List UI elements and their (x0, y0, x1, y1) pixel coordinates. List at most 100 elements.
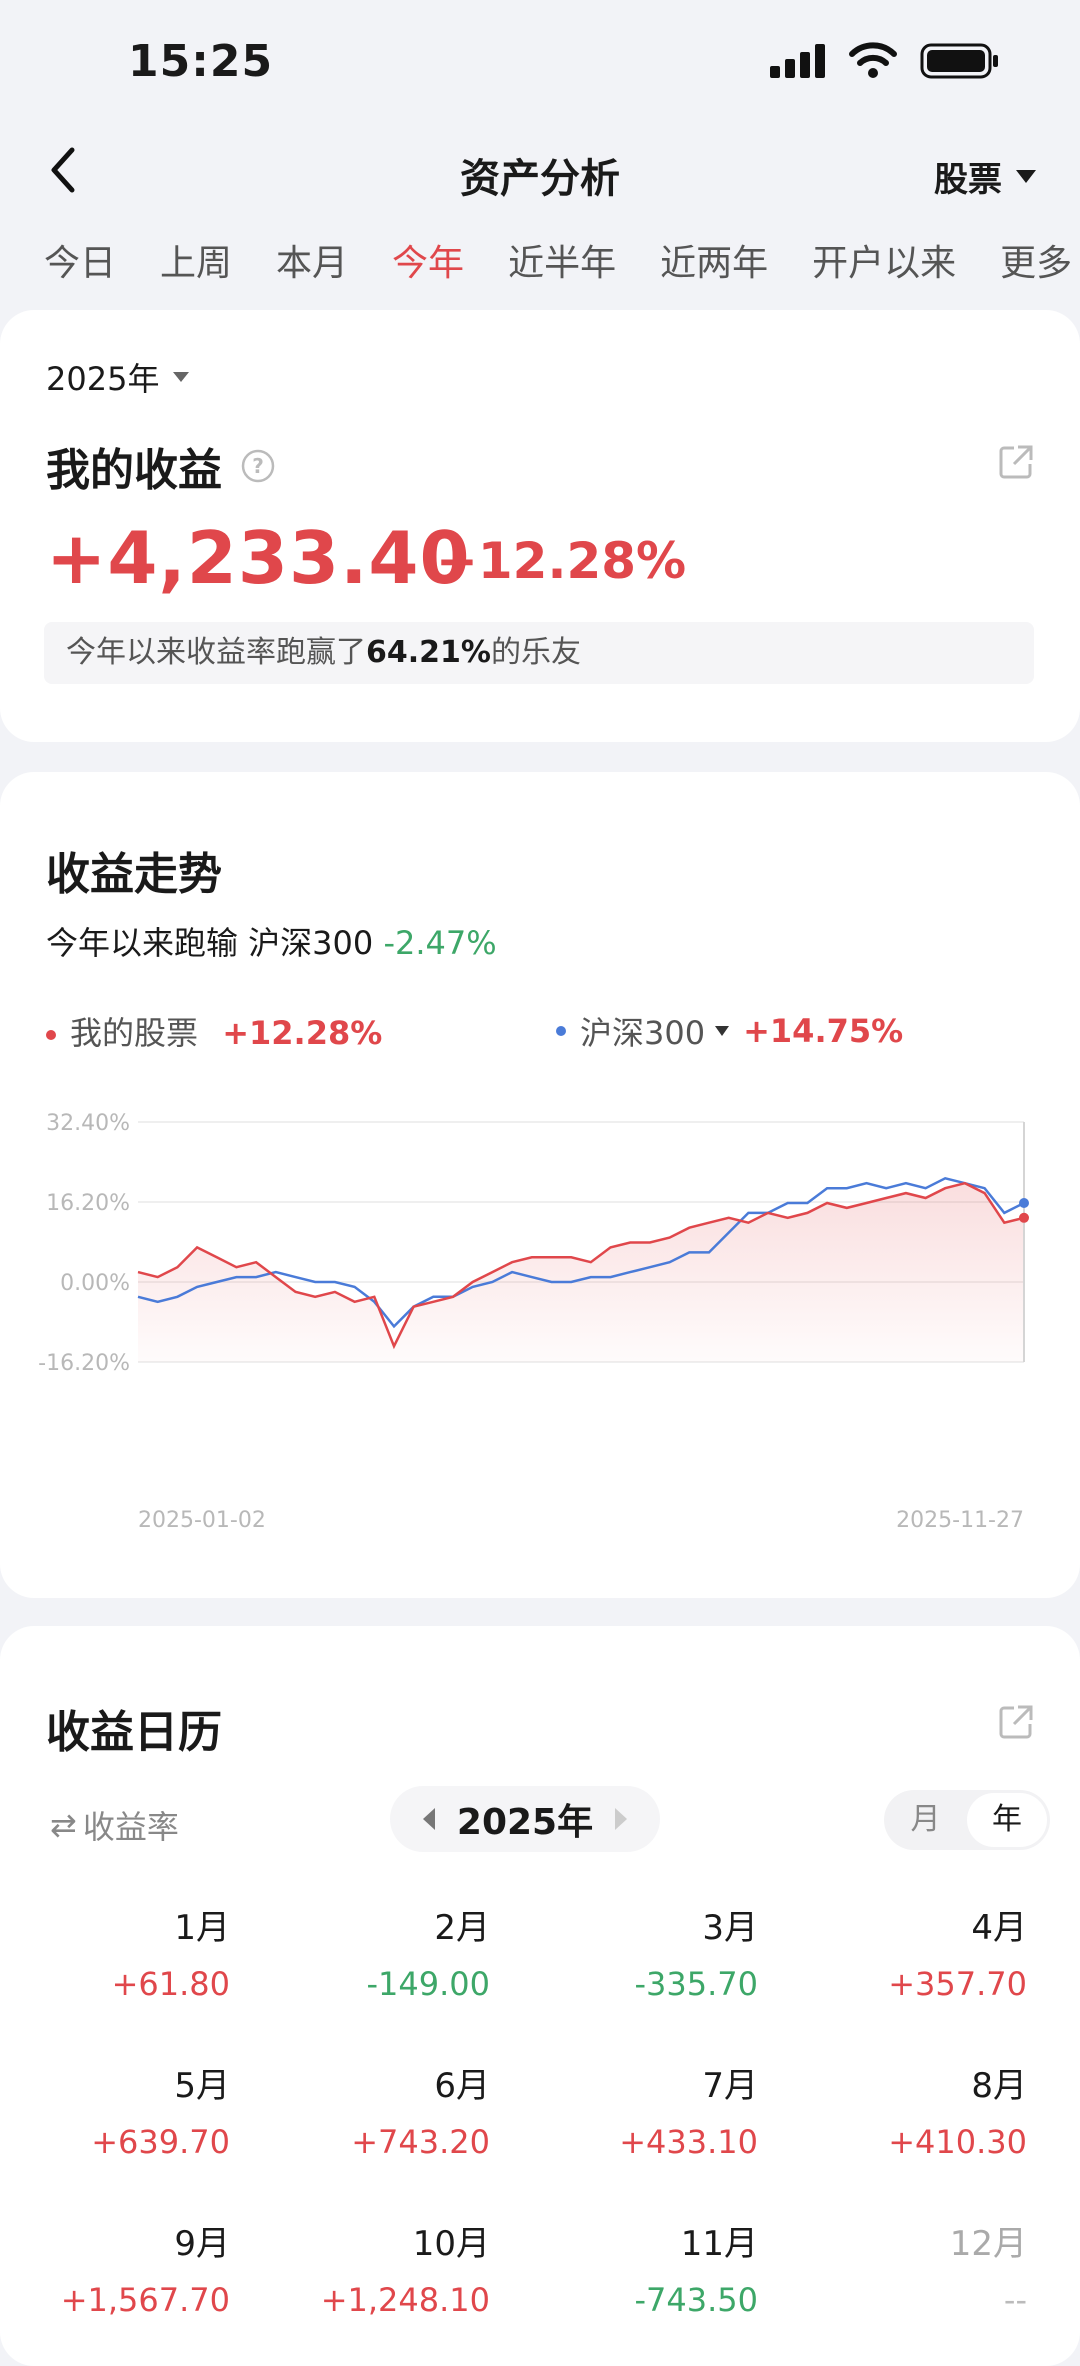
swap-icon: ⇄ (50, 1806, 77, 1844)
month-cell[interactable]: 11月 -743.50 (538, 2216, 758, 2319)
trend-compare-value: -2.47% (383, 924, 497, 962)
benchmark-end-dot (1019, 1197, 1029, 1208)
month-cell[interactable]: 9月 +1,567.70 (10, 2216, 230, 2319)
x-end-label: 2025-11-27 (896, 1508, 1024, 1533)
mode-switch[interactable]: ⇄ 收益率 (50, 1802, 179, 1848)
month-value: +357.70 (888, 1965, 1027, 2003)
summary-card: 2025年 我的收益 ? +4,233.40 +12.28% 今年以来收益率跑赢… (0, 310, 1080, 742)
my-return-title: 我的收益 (46, 445, 222, 496)
legend-benchmark-value: +14.75% (743, 1012, 904, 1050)
my-return-title-row: 我的收益 ? (46, 434, 276, 498)
trend-card: 收益走势 今年以来跑输 沪深300 -2.47% 我的股票 +12.28% 沪深… (0, 772, 1080, 1598)
asset-type-label: 股票 (934, 160, 1002, 200)
tab-last-week[interactable]: 上周 (160, 234, 232, 286)
month-name: 4月 (971, 1908, 1027, 1948)
share-icon[interactable] (996, 442, 1036, 482)
month-name: 11月 (680, 2224, 758, 2264)
month-value: +410.30 (888, 2123, 1027, 2161)
toggle-year[interactable]: 年 (967, 1793, 1047, 1847)
legend-dot (556, 1026, 566, 1036)
month-cell[interactable]: 6月 +743.20 (270, 2058, 490, 2161)
month-cell[interactable]: 3月 -335.70 (538, 1900, 758, 2003)
my-stocks-end-dot (1019, 1212, 1029, 1223)
next-year-icon[interactable] (611, 1806, 631, 1832)
beat-suffix: 的乐友 (490, 635, 581, 670)
month-cell[interactable]: 7月 +433.10 (538, 2058, 758, 2161)
month-value: -- (1003, 2281, 1027, 2319)
month-cell[interactable]: 5月 +639.70 (10, 2058, 230, 2161)
y-tick-label: -16.20% (38, 1351, 130, 1376)
month-value: -743.50 (634, 2281, 758, 2319)
month-cell[interactable]: 12月 -- (807, 2216, 1027, 2319)
month-name: 7月 (702, 2066, 758, 2106)
battery-icon (920, 43, 998, 79)
mode-label: 收益率 (82, 1808, 179, 1846)
wifi-icon (849, 42, 897, 78)
caret-down-icon (173, 372, 190, 382)
month-name: 10月 (412, 2224, 490, 2264)
prev-year-icon[interactable] (419, 1806, 439, 1832)
page-title: 资产分析 (460, 156, 620, 202)
month-cell[interactable]: 2月 -149.00 (270, 1900, 490, 2003)
status-time: 15:25 (128, 36, 274, 87)
month-value: +1,567.70 (60, 2281, 230, 2319)
month-cell[interactable]: 8月 +410.30 (807, 2058, 1027, 2161)
caret-down-icon (1016, 170, 1036, 183)
month-cell[interactable]: 10月 +1,248.10 (270, 2216, 490, 2319)
legend-benchmark[interactable]: 沪深300 +14.75% (556, 1008, 903, 1054)
status-icons (770, 42, 1000, 80)
month-name: 1月 (174, 1908, 230, 1948)
tab-half-year[interactable]: 近半年 (508, 234, 616, 286)
y-tick-label: 0.00% (60, 1271, 130, 1296)
svg-text:?: ? (252, 454, 264, 478)
month-value: +1,248.10 (320, 2281, 490, 2319)
year-selector[interactable]: 2025年 (46, 354, 190, 400)
calendar-title: 收益日历 (46, 1707, 222, 1758)
month-cell[interactable]: 4月 +357.70 (807, 1900, 1027, 2003)
legend-benchmark-name: 沪深300 (580, 1014, 706, 1052)
calendar-year: 2025年 (456, 1802, 594, 1843)
month-name: 12月 (949, 2224, 1027, 2264)
toggle-month[interactable]: 月 (884, 1790, 967, 1850)
beat-prefix: 今年以来收益率跑赢了 (66, 635, 366, 670)
year-selector-label: 2025年 (46, 360, 160, 398)
return-amount: +4,233.40 (46, 516, 471, 600)
legend-my-stocks: 我的股票 +12.28% (46, 1008, 382, 1054)
cellular-signal-icon (770, 44, 825, 78)
month-cell[interactable]: 1月 +61.80 (10, 1900, 230, 2003)
legend-my-stocks-value: +12.28% (222, 1014, 383, 1052)
beat-banner: 今年以来收益率跑赢了64.21%的乐友 (44, 622, 1034, 684)
month-value: +433.10 (619, 2123, 758, 2161)
month-value: +639.70 (91, 2123, 230, 2161)
granularity-toggle: 月 年 (884, 1790, 1050, 1850)
legend-dot (46, 1030, 56, 1040)
trend-title: 收益走势 (46, 849, 222, 900)
year-stepper: 2025年 (390, 1786, 660, 1852)
tab-two-years[interactable]: 近两年 (660, 234, 768, 286)
asset-type-dropdown[interactable]: 股票 (934, 152, 1036, 201)
tab-this-year[interactable]: 今年 (392, 234, 464, 286)
month-value: +743.20 (351, 2123, 490, 2161)
month-name: 9月 (174, 2224, 230, 2264)
share-icon[interactable] (996, 1702, 1036, 1742)
y-tick-label: 32.40% (46, 1111, 130, 1136)
period-tabs: 今日 上周 本月 今年 近半年 近两年 开户以来 更多 (44, 234, 1080, 286)
tab-this-month[interactable]: 本月 (276, 234, 348, 286)
tab-since-open[interactable]: 开户以来 (812, 234, 956, 286)
beat-value: 64.21% (366, 635, 491, 670)
month-value: +61.80 (111, 1965, 230, 2003)
return-trend-chart[interactable]: 32.40% 16.20% 0.00% -16.20% (0, 1102, 1080, 1432)
month-name: 8月 (971, 2066, 1027, 2106)
month-value: -149.00 (366, 1965, 490, 2003)
trend-compare: 今年以来跑输 沪深300 -2.47% (46, 918, 497, 964)
month-name: 6月 (434, 2066, 490, 2106)
return-percent: +12.28% (436, 532, 687, 590)
help-icon[interactable]: ? (240, 448, 276, 484)
month-name: 3月 (702, 1908, 758, 1948)
y-tick-label: 16.20% (46, 1191, 130, 1216)
tab-more[interactable]: 更多 (1000, 234, 1072, 286)
x-start-label: 2025-01-02 (138, 1508, 266, 1533)
tab-today[interactable]: 今日 (44, 234, 116, 286)
month-name: 5月 (174, 2066, 230, 2106)
legend-my-stocks-name: 我的股票 (70, 1014, 199, 1052)
